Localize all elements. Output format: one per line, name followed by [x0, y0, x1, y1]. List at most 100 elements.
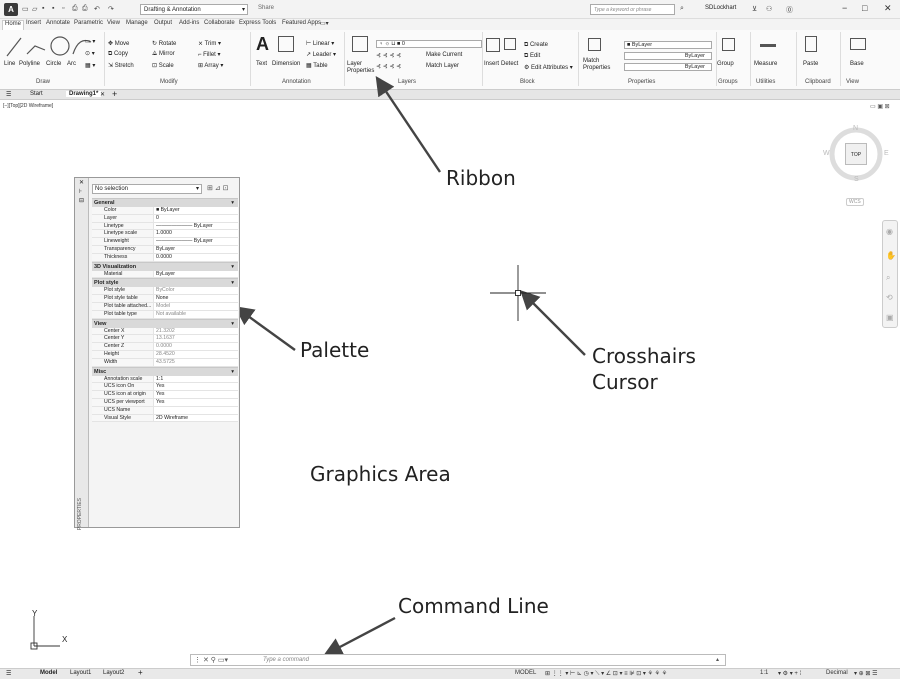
detect-icon[interactable] — [504, 38, 516, 50]
property-row[interactable]: Plot style ByColor — [92, 287, 238, 296]
tab-annotate[interactable]: Annotate — [44, 20, 72, 26]
panel-properties[interactable]: Properties — [628, 79, 655, 85]
help-icon[interactable]: ⓪ — [786, 5, 793, 15]
new-tab-icon[interactable]: + — [112, 89, 117, 99]
property-row[interactable]: Annotation scale 1:1 — [92, 375, 238, 384]
workspace-dropdown[interactable]: Drafting & Annotation ▾ — [140, 4, 248, 15]
property-value[interactable]: 1.0000 — [154, 230, 238, 237]
orbit-icon[interactable]: ⟲ — [886, 293, 893, 302]
tab-featured-apps[interactable]: Featured Apps — [280, 20, 323, 26]
array-button[interactable]: ⊞ Array ▾ — [198, 62, 223, 69]
tab-manage[interactable]: Manage — [124, 20, 150, 26]
rotate-button[interactable]: ↻ Rotate — [152, 40, 176, 47]
status-toggle-icons[interactable]: ⊞ ⋮⋮ ▾ ⊢ ⊾ ◷ ▾ ⟍ ▾ ∠ ⊡ ▾ ≡ ⊯ ⊡ ▾ ⚘ ⚘ ⚘ — [545, 670, 667, 678]
redo-icon[interactable]: ↷ — [108, 5, 114, 13]
match-layer-button[interactable]: Match Layer — [426, 63, 459, 69]
property-value[interactable]: Not available — [154, 311, 238, 318]
zoom-icon[interactable]: ⌕ — [886, 273, 890, 283]
tab-layout2[interactable]: Layout2 — [103, 670, 124, 676]
panel-layers[interactable]: Layers — [398, 79, 416, 85]
tab-start[interactable]: Start — [30, 91, 43, 97]
new-layout-icon[interactable]: + — [138, 668, 143, 677]
plot-icon[interactable]: ⎙ — [72, 5, 78, 13]
command-line[interactable]: ⋮ ✕ ⚲ ▭▾ Type a command ▴ — [190, 654, 726, 666]
property-value[interactable]: 2D Wireframe — [154, 415, 238, 422]
text-icon[interactable]: A — [256, 34, 269, 55]
scale-button[interactable]: ⊡ Scale — [152, 62, 174, 69]
property-row[interactable]: Plot table type Not available — [92, 310, 238, 319]
selection-dropdown[interactable]: No selection ▾ — [92, 184, 202, 194]
match-properties-icon[interactable] — [588, 38, 601, 51]
save-icon[interactable]: ▪ — [42, 5, 44, 12]
navigation-bar[interactable]: ◉ ✋ ⌕ ⟲ ▣ — [882, 220, 898, 328]
tab-home[interactable]: Home — [2, 20, 25, 30]
property-row[interactable]: Lineweight ——————— ByLayer — [92, 238, 238, 246]
tab-express-tools[interactable]: Express Tools — [237, 20, 278, 26]
gradient-icon[interactable]: ▦ ▾ — [85, 62, 95, 69]
hamburger-icon[interactable]: ☰ — [6, 670, 11, 677]
property-row[interactable]: Linetype scale 1.0000 — [92, 230, 238, 239]
insert-button[interactable]: Insert — [484, 61, 499, 67]
property-value[interactable] — [154, 407, 238, 414]
palette-title-strip[interactable]: ✕ ⊦ ⊟ PROPERTIES — [75, 178, 89, 530]
new-icon[interactable]: ▭ — [22, 5, 29, 13]
palette-section-header[interactable]: 3D Visualization ▾ — [92, 261, 238, 271]
property-row[interactable]: UCS icon at origin Yes — [92, 391, 238, 399]
property-row[interactable]: Width 43.5725 — [92, 358, 238, 367]
base-view-icon[interactable] — [850, 38, 866, 50]
property-value[interactable]: Yes — [154, 399, 238, 406]
close-icon[interactable]: ✕ — [79, 179, 84, 186]
command-input[interactable]: Type a command — [263, 656, 309, 665]
property-value[interactable]: None — [154, 295, 238, 302]
panel-modify[interactable]: Modify — [160, 79, 178, 85]
layer-tool-icons[interactable]: ⊰ ⊰ ⊰ ⊰ — [376, 52, 401, 59]
property-value[interactable]: 0.0000 — [154, 343, 238, 350]
panel-utilities[interactable]: Utilities — [756, 79, 775, 85]
lineweight-dropdown[interactable]: ByLayer — [624, 63, 712, 71]
property-row[interactable]: Center X 21.3202 — [92, 327, 238, 336]
table-button[interactable]: ▦ Table — [306, 62, 328, 69]
leader-button[interactable]: ↗ Leader ▾ — [306, 51, 336, 58]
stretch-button[interactable]: ⇲ Stretch — [108, 62, 134, 69]
property-row[interactable]: Material ByLayer — [92, 270, 238, 279]
property-value[interactable]: ByLayer — [154, 271, 238, 278]
property-value[interactable]: ByColor — [154, 287, 238, 294]
layer-tool-icons-2[interactable]: ⊰ ⊰ ⊰ ⊰ — [376, 63, 401, 70]
property-row[interactable]: Center Y 13.1637 — [92, 335, 238, 344]
property-row[interactable]: Transparency ByLayer — [92, 245, 238, 254]
measure-button[interactable]: Measure — [754, 61, 777, 67]
group-icon[interactable] — [722, 38, 735, 51]
tab-output[interactable]: Output — [152, 20, 174, 26]
compass-n[interactable]: N — [853, 125, 858, 132]
property-value[interactable]: 28.4520 — [154, 351, 238, 358]
paste-button[interactable]: Paste — [803, 61, 818, 67]
compass-e[interactable]: E — [884, 150, 889, 157]
viewcube[interactable]: TOP N S E W WCS — [816, 122, 896, 212]
ribbon-toggle-icon[interactable]: ▭▾ — [318, 20, 331, 27]
close-button[interactable]: ✕ — [884, 3, 892, 14]
tab-view[interactable]: View — [105, 20, 122, 26]
tab-model[interactable]: Model — [40, 670, 57, 676]
line-button[interactable]: Line — [4, 61, 15, 67]
property-value[interactable]: Yes — [154, 383, 238, 390]
property-row[interactable]: Color ■ ByLayer — [92, 207, 238, 215]
autohide-icon[interactable]: ⊦ — [79, 188, 82, 195]
model-space-button[interactable]: MODEL — [515, 670, 536, 676]
property-value[interactable]: 0.0000 — [154, 254, 238, 261]
property-value[interactable]: 0 — [154, 215, 238, 222]
application-menu-button[interactable]: A — [4, 3, 18, 16]
search-icon[interactable]: ⌕ — [680, 5, 684, 13]
tab-collaborate[interactable]: Collaborate — [202, 20, 237, 26]
status-misc-icons[interactable]: ▾ ⊕ ⊠ ☰ — [854, 670, 877, 677]
autodesk-app-icon[interactable]: ⚇ — [766, 5, 772, 13]
annotation-scale[interactable]: 1:1 — [760, 670, 768, 676]
panel-clipboard[interactable]: Clipboard — [805, 79, 831, 85]
property-row[interactable]: Linetype ——————— ByLayer — [92, 222, 238, 231]
panel-annotation[interactable]: Annotation — [282, 79, 311, 85]
tab-insert[interactable]: Insert — [24, 20, 43, 26]
user-account[interactable]: SDLockhart — [705, 5, 736, 11]
palette-section-header[interactable]: Plot style ▾ — [92, 278, 238, 288]
steering-wheel-icon[interactable]: ◉ — [886, 227, 893, 236]
cart-icon[interactable]: ⊻ — [752, 5, 757, 13]
rectangle-icon[interactable]: ▭ ▾ — [85, 38, 95, 45]
